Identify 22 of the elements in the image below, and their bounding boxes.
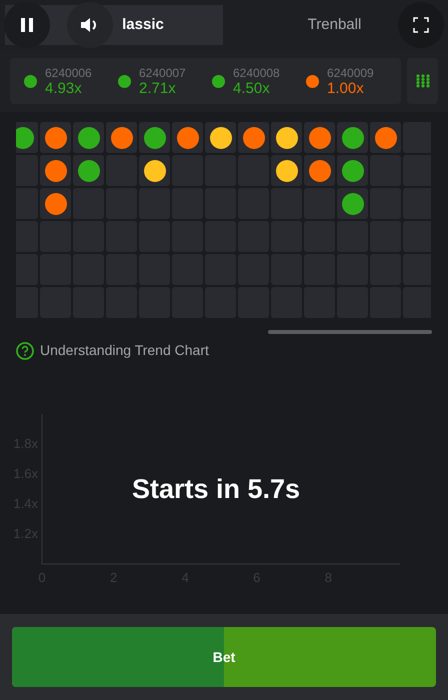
round-multiplier: 4.93x — [45, 80, 83, 96]
dots-grid-icon — [416, 74, 430, 88]
fullscreen-button[interactable] — [398, 2, 444, 48]
round-number: 6240009 — [327, 66, 374, 78]
bet-button[interactable]: Bet — [12, 627, 436, 687]
round-multiplier: 4.50x — [233, 80, 271, 96]
round-multiplier: 1.00x — [327, 80, 365, 96]
help-link[interactable]: Understanding Trend Chart — [40, 340, 209, 361]
grid-view-button[interactable] — [407, 58, 438, 104]
round-number: 6240007 — [139, 66, 186, 78]
countdown-text: Starts in 5.7s — [132, 473, 300, 506]
round-number: 6240008 — [233, 66, 280, 78]
mode-tab[interactable]: Trenball — [223, 5, 396, 45]
help-icon — [16, 342, 34, 360]
fullscreen-icon — [413, 17, 429, 33]
pause-button[interactable] — [4, 2, 50, 48]
pause-icon — [21, 18, 33, 32]
speaker-icon — [81, 17, 99, 33]
round-number: 6240006 — [45, 66, 92, 78]
scrollbar[interactable] — [268, 330, 432, 334]
round-multiplier: 2.71x — [139, 80, 177, 96]
bet-label: Bet — [212, 648, 236, 666]
